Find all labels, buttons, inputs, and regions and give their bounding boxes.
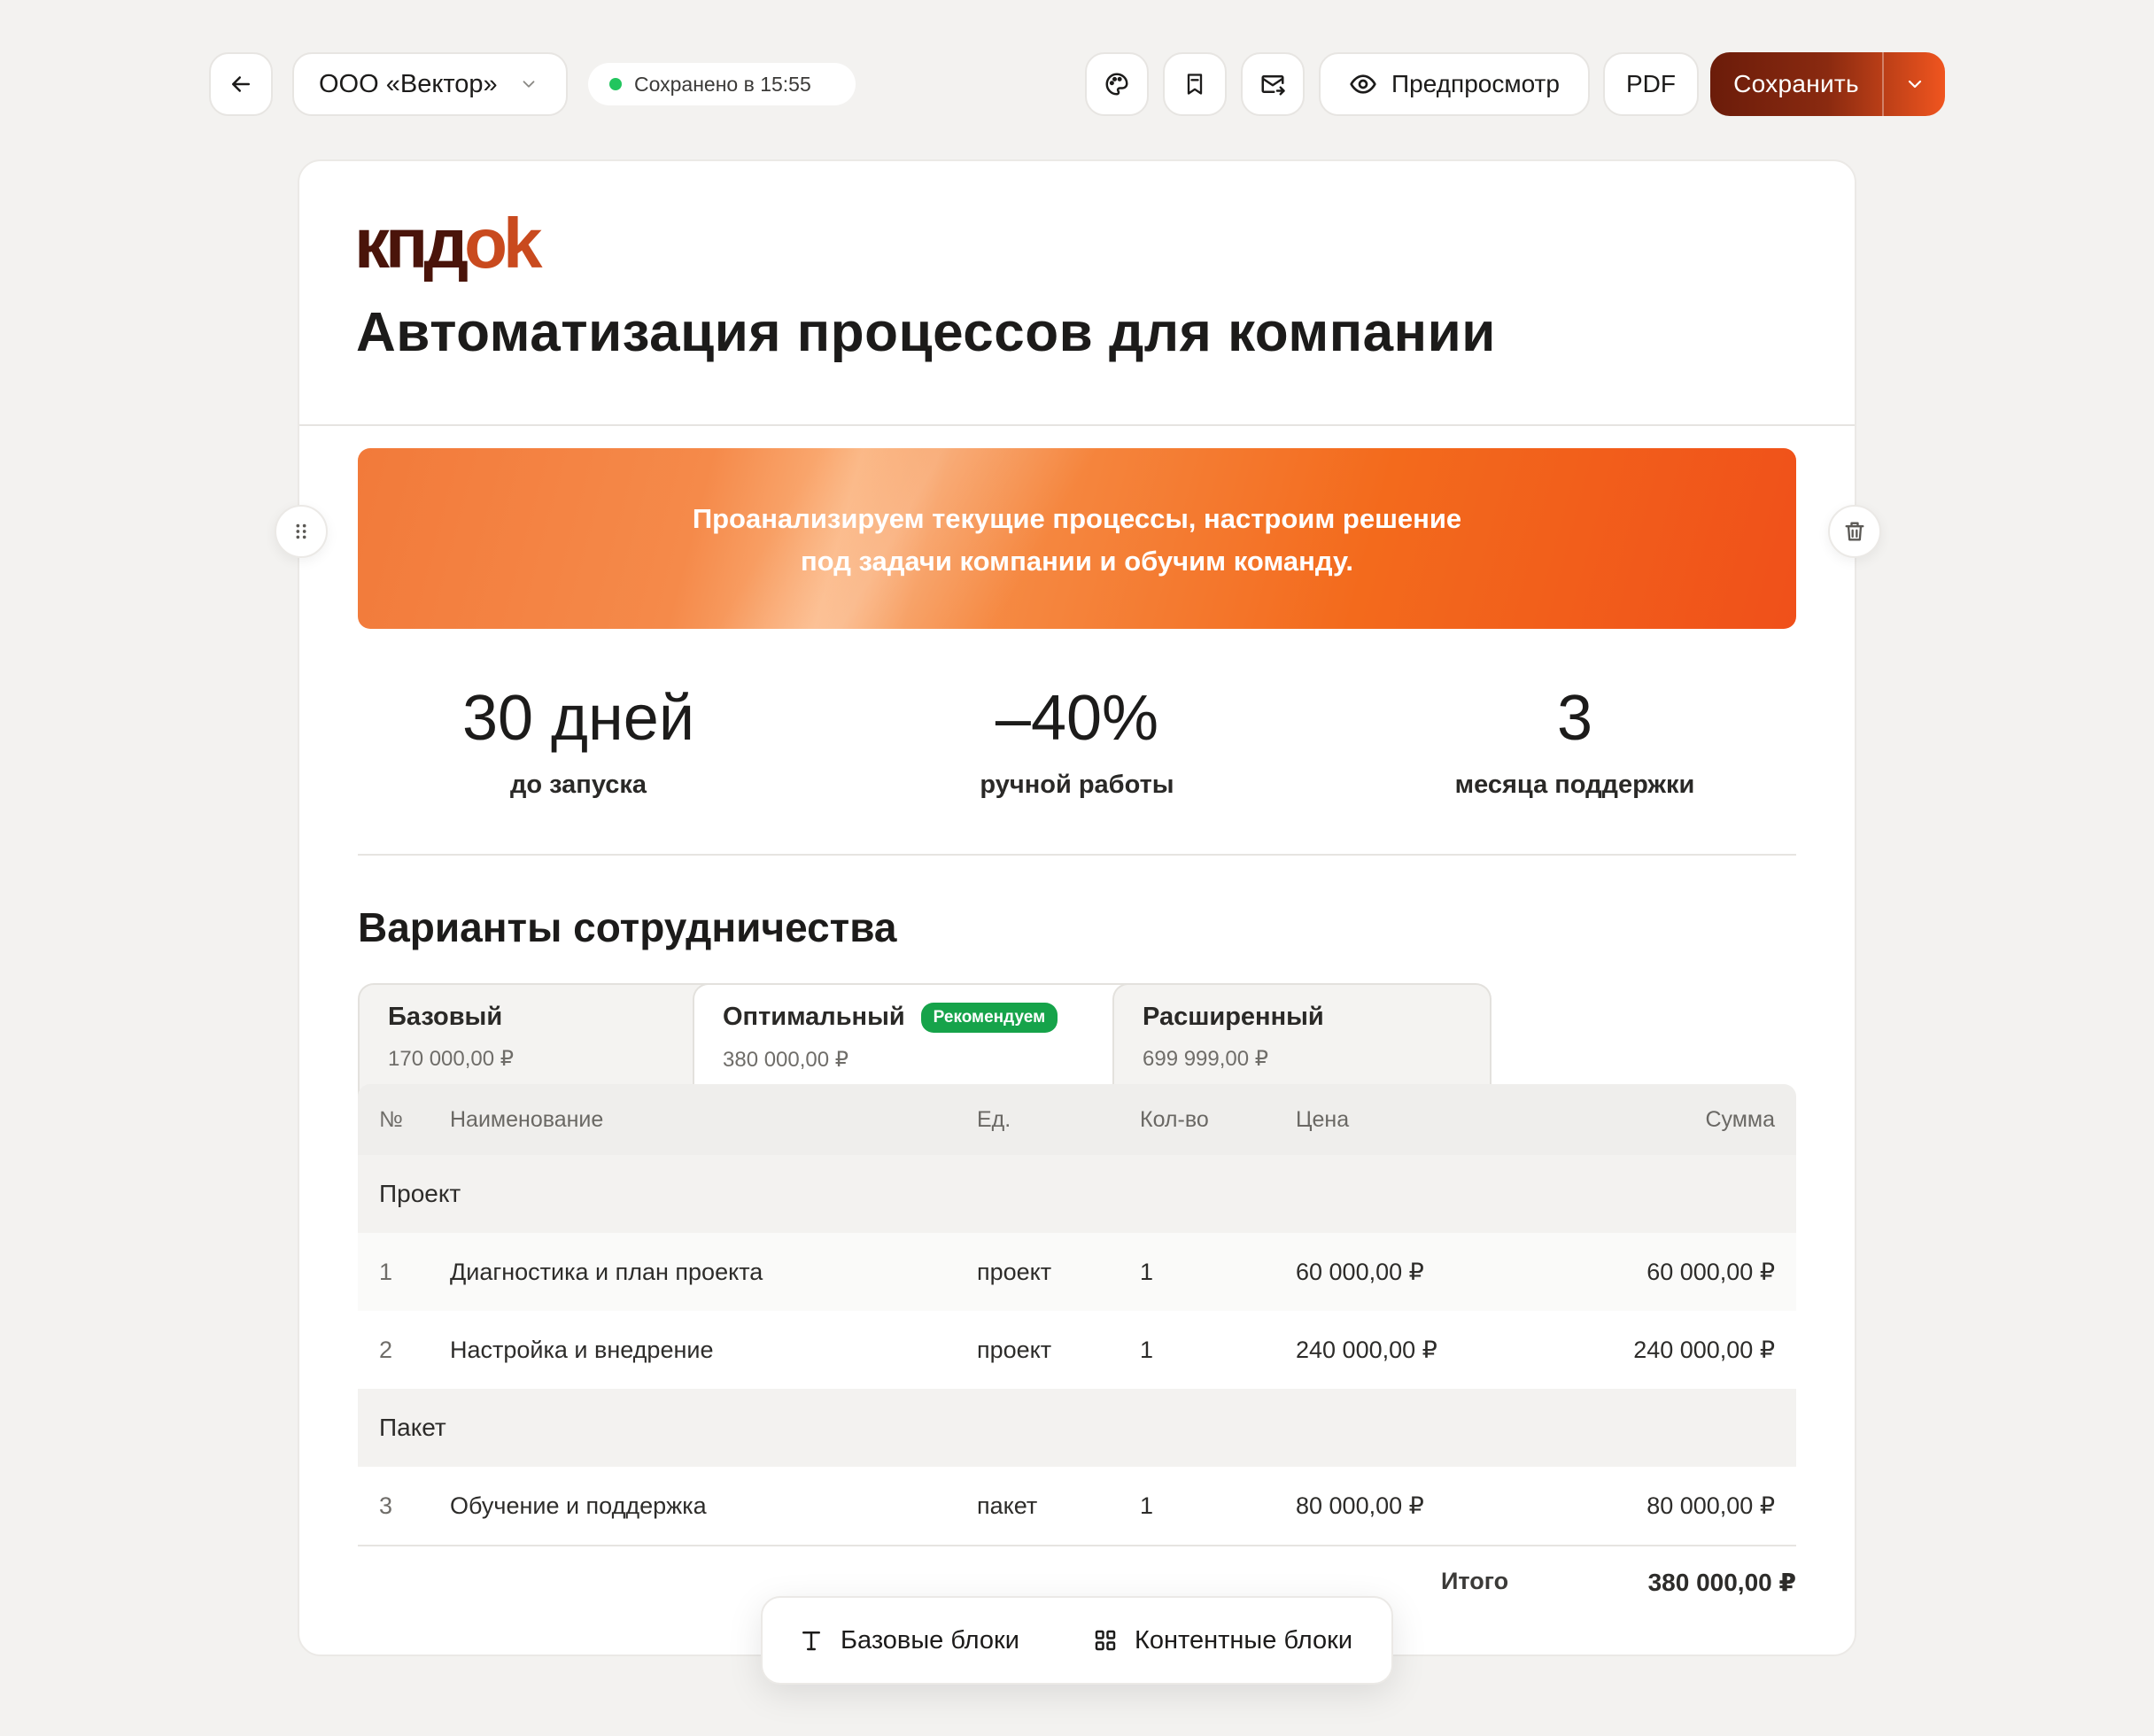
cell-price: 240 000,00 ₽ xyxy=(1296,1337,1437,1363)
cell-name: Обучение и поддержка xyxy=(450,1492,707,1519)
cell-unit: пакет xyxy=(977,1492,1038,1519)
content-blocks-label: Контентные блоки xyxy=(1135,1625,1353,1655)
trash-icon xyxy=(1842,519,1867,544)
save-status-badge: Сохранено в 15:55 xyxy=(588,63,856,105)
back-button[interactable] xyxy=(209,52,273,116)
cell-num: 1 xyxy=(379,1259,393,1285)
group-title: Пакет xyxy=(379,1414,446,1441)
tab-price: 170 000,00 ₽ xyxy=(388,1047,515,1071)
intro-banner[interactable]: Проанализируем текущие процессы, настрои… xyxy=(358,448,1796,629)
cell-sum: 240 000,00 ₽ xyxy=(1633,1337,1775,1363)
stat-manual-work: –40% ручной работы xyxy=(838,682,1316,800)
cell-name: Настройка и внедрение xyxy=(450,1337,714,1363)
recommended-badge: Рекомендуем xyxy=(920,1003,1058,1033)
save-options-button[interactable] xyxy=(1884,52,1945,116)
column-header-num: № xyxy=(379,1107,403,1132)
pdf-button-label: PDF xyxy=(1626,70,1676,97)
palette-icon xyxy=(1104,71,1130,97)
stat-label: до запуска xyxy=(509,771,647,799)
send-email-button[interactable] xyxy=(1241,52,1305,116)
cell-price: 80 000,00 ₽ xyxy=(1296,1492,1424,1519)
tab-price: 380 000,00 ₽ xyxy=(723,1048,849,1072)
total-value: 380 000,00 ₽ xyxy=(1647,1569,1796,1596)
save-status-text: Сохранено в 15:55 xyxy=(634,72,811,96)
table-row[interactable]: 1 Диагностика и план проекта проект 1 60… xyxy=(358,1233,1796,1311)
basic-blocks-button[interactable]: Базовые блоки xyxy=(798,1626,1019,1655)
document-title[interactable]: Автоматизация процессов для компании xyxy=(356,301,1496,364)
save-button[interactable]: Сохранить xyxy=(1710,52,1882,116)
chevron-down-icon xyxy=(519,74,538,94)
mail-icon xyxy=(1259,71,1286,97)
tab-name: Расширенный xyxy=(1143,1003,1324,1031)
column-header-name: Наименование xyxy=(450,1107,604,1132)
company-logo: кпдok xyxy=(354,208,543,279)
stat-support: 3 месяца поддержки xyxy=(1336,682,1814,800)
cell-unit: проект xyxy=(977,1259,1052,1285)
tab-name: Оптимальный xyxy=(723,1003,905,1031)
column-header-price: Цена xyxy=(1296,1107,1350,1132)
pricing-table: № Наименование Ед. Кол-во Цена Сумма Про… xyxy=(358,1084,1796,1546)
save-button-group: Сохранить xyxy=(1710,52,1945,116)
arrow-left-icon xyxy=(228,71,254,97)
cell-sum: 60 000,00 ₽ xyxy=(1646,1259,1775,1285)
theme-button[interactable] xyxy=(1085,52,1149,116)
logo-text-part1: кпд xyxy=(354,204,469,283)
table-group-row[interactable]: Пакет xyxy=(358,1389,1796,1467)
column-header-sum: Сумма xyxy=(1705,1107,1775,1132)
block-drag-handle[interactable] xyxy=(275,505,328,558)
cell-num: 3 xyxy=(379,1492,393,1519)
stat-label: ручной работы xyxy=(980,771,1174,799)
preview-button[interactable]: Предпросмотр xyxy=(1319,52,1590,116)
company-select[interactable]: ООО «Вектор» xyxy=(292,52,568,116)
text-icon xyxy=(798,1627,825,1654)
stats-divider xyxy=(358,854,1796,856)
cell-price: 60 000,00 ₽ xyxy=(1296,1259,1424,1285)
column-header-qty: Кол-во xyxy=(1140,1107,1209,1132)
cell-name: Диагностика и план проекта xyxy=(450,1259,763,1285)
cell-qty: 1 xyxy=(1140,1492,1154,1519)
stat-value: 3 xyxy=(1556,683,1593,754)
bookmark-icon xyxy=(1182,72,1207,97)
grid-icon xyxy=(1092,1627,1119,1654)
cell-sum: 80 000,00 ₽ xyxy=(1646,1492,1775,1519)
cell-qty: 1 xyxy=(1140,1337,1154,1363)
bookmark-button[interactable] xyxy=(1163,52,1227,116)
stat-value: –40% xyxy=(995,683,1159,754)
company-select-value: ООО «Вектор» xyxy=(319,69,498,98)
stat-launch: 30 дней до запуска xyxy=(339,682,817,800)
content-blocks-button[interactable]: Контентные блоки xyxy=(1092,1626,1352,1655)
banner-line-1: Проанализируем текущие процессы, настрои… xyxy=(692,503,1462,534)
delete-block-button[interactable] xyxy=(1828,505,1881,558)
total-label: Итого xyxy=(1441,1568,1509,1594)
pdf-button[interactable]: PDF xyxy=(1603,52,1699,116)
tab-name: Базовый xyxy=(388,1003,503,1031)
save-button-label: Сохранить xyxy=(1733,70,1859,97)
section-title[interactable]: Варианты сотрудничества xyxy=(358,903,896,951)
tab-price: 699 999,00 ₽ xyxy=(1143,1047,1269,1071)
stat-label: месяца поддержки xyxy=(1454,771,1695,799)
status-dot-icon xyxy=(609,78,622,90)
drag-handle-icon xyxy=(291,522,311,541)
cell-unit: проект xyxy=(977,1337,1052,1363)
cell-qty: 1 xyxy=(1140,1259,1154,1285)
table-group-row[interactable]: Проект xyxy=(358,1155,1796,1233)
cell-num: 2 xyxy=(379,1337,393,1363)
basic-blocks-label: Базовые блоки xyxy=(841,1625,1019,1655)
chevron-down-icon xyxy=(1904,74,1925,95)
blocks-toolbar: Базовые блоки Контентные блоки xyxy=(761,1596,1393,1685)
header-divider xyxy=(299,424,1855,426)
group-title: Проект xyxy=(379,1180,461,1207)
preview-button-label: Предпросмотр xyxy=(1391,70,1560,97)
logo-text-part2: ok xyxy=(464,204,542,283)
eye-icon xyxy=(1349,70,1377,98)
banner-text: Проанализируем текущие процессы, настрои… xyxy=(358,498,1796,583)
table-row[interactable]: 3 Обучение и поддержка пакет 1 80 000,00… xyxy=(358,1467,1796,1546)
table-header-row: № Наименование Ед. Кол-во Цена Сумма xyxy=(358,1084,1796,1155)
banner-line-2: под задачи компании и обучим команду. xyxy=(800,546,1354,577)
table-row[interactable]: 2 Настройка и внедрение проект 1 240 000… xyxy=(358,1311,1796,1389)
stat-value: 30 дней xyxy=(461,683,695,754)
column-header-unit: Ед. xyxy=(977,1107,1011,1132)
